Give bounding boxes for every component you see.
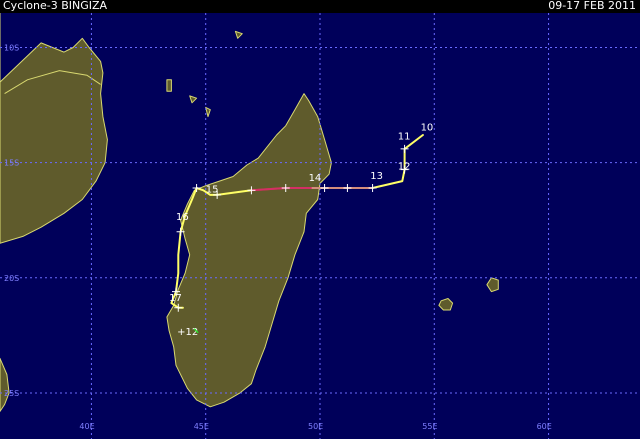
- lat-tick-label: 10S: [4, 44, 19, 53]
- day-label-11: 11: [398, 132, 411, 143]
- storm-title: Cyclone-3 BINGIZA: [3, 0, 108, 12]
- mauritius-island: [486, 277, 499, 293]
- day-label-12: 12: [398, 162, 411, 173]
- lon-tick-label: 50E: [308, 422, 323, 431]
- anjouan-island: [189, 95, 198, 104]
- mozambique-coast: [0, 357, 10, 412]
- reunion-island: [438, 298, 454, 311]
- day-label-14: 14: [309, 173, 322, 184]
- day-label-16: 16: [176, 212, 189, 223]
- day-label-10: 10: [421, 122, 434, 133]
- mayotte-island: [205, 106, 211, 118]
- lon-tick-label: 55E: [422, 422, 437, 431]
- lon-tick-label: 60E: [537, 422, 552, 431]
- current-position-label: +12: [177, 327, 198, 338]
- lat-tick-label: 25S: [4, 389, 19, 398]
- aldabra-island: [234, 30, 243, 39]
- lon-tick-label: 45E: [194, 422, 209, 431]
- lon-tick-label: 40E: [79, 422, 94, 431]
- lat-tick-label: 20S: [4, 274, 19, 283]
- day-label-17: 17: [169, 293, 182, 304]
- day-label-13: 13: [370, 171, 383, 182]
- grande-comore-island: [166, 79, 172, 92]
- map-canvas: 40E 45E 50E 55E 60E 10S 15S 20S 25S 10 11 12 13 14 15 1…: [0, 12, 640, 439]
- cyclone-track-map: 40E 45E 50E 55E 60E 10S 15S 20S 25S 10 11 12 13 14 15 1…: [0, 0, 640, 439]
- date-range: 09-17 FEB 2011: [548, 0, 636, 12]
- madagascar-landmass: [166, 93, 332, 408]
- lat-tick-label: 15S: [4, 159, 19, 168]
- day-label-15: 15: [206, 185, 219, 196]
- title-bar: Cyclone-3 BINGIZA 09-17 FEB 2011: [0, 0, 640, 13]
